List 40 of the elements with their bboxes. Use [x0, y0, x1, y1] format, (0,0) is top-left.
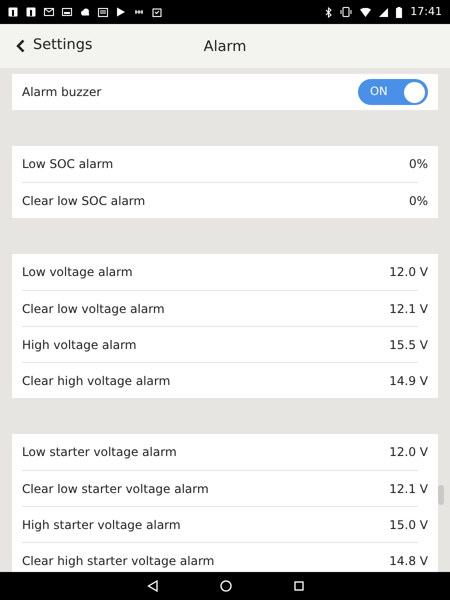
setting-value: 15.0 V	[389, 516, 428, 534]
back-icon[interactable]	[146, 580, 158, 592]
wifi-icon	[360, 8, 372, 16]
setting-label: High voltage alarm	[22, 336, 136, 354]
setting-label: Clear low SOC alarm	[22, 192, 146, 210]
setting-value: 12.0 V	[389, 444, 428, 461]
calendar-icon	[98, 7, 108, 17]
play-icon	[116, 7, 126, 17]
setting-label: Low SOC alarm	[22, 156, 114, 173]
cloud-icon	[80, 7, 90, 17]
image-icon	[62, 7, 72, 17]
clock: 17:41	[410, 4, 442, 20]
setting-value: 14.8 V	[389, 552, 428, 570]
home-icon[interactable]	[220, 580, 232, 592]
setting-label: Alarm buzzer	[22, 84, 102, 101]
setting-value: 12.0 V	[389, 264, 428, 281]
vibrate-icon	[340, 7, 352, 17]
setting-value: 12.1 V	[389, 300, 428, 318]
setting-value: 0%	[408, 156, 428, 173]
clipboard-icon	[152, 7, 162, 17]
setting-label: High starter voltage alarm	[22, 516, 181, 534]
setting-value: 0%	[408, 192, 428, 210]
setting-label: Clear high starter voltage alarm	[22, 552, 214, 570]
page-title: Alarm	[204, 38, 246, 57]
setting-label: Clear low starter voltage alarm	[22, 480, 209, 498]
bluetooth-icon	[325, 6, 332, 18]
setting-value: 12.1 V	[389, 480, 428, 498]
scroll-handle[interactable]	[438, 485, 444, 505]
setting-label: Clear high voltage alarm	[22, 372, 170, 390]
setting-value: 15.5 V	[389, 336, 428, 354]
battery-icon	[396, 6, 402, 18]
signal-icon	[379, 8, 388, 16]
chevron-left-icon	[16, 39, 25, 53]
recents-icon[interactable]	[294, 581, 304, 591]
mail-icon	[44, 7, 54, 17]
setting-label: Low voltage alarm	[22, 264, 133, 281]
setting-label: Clear low voltage alarm	[22, 300, 165, 318]
setting-label: Low starter voltage alarm	[22, 444, 177, 461]
setting-value: 14.9 V	[389, 372, 428, 390]
back-button[interactable]: Settings	[16, 35, 92, 57]
